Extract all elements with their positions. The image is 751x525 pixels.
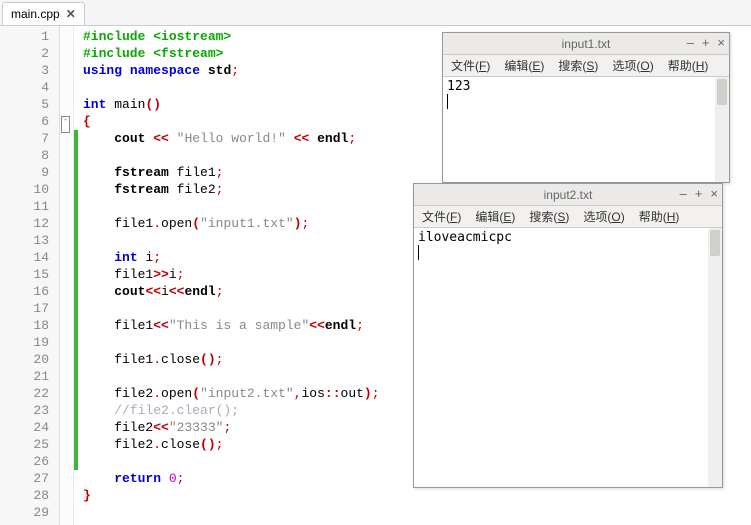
menubar: 文件(F) 编辑(E) 搜索(S) 选项(O) 帮助(H) [443, 55, 729, 77]
text-line: iloveacmicpc [418, 230, 704, 245]
line-number: 6 [0, 113, 59, 130]
line-number: 26 [0, 453, 59, 470]
line-number: 17 [0, 300, 59, 317]
line-number: 1 [0, 28, 59, 45]
menubar: 文件(F) 编辑(E) 搜索(S) 选项(O) 帮助(H) [414, 206, 722, 228]
line-number: 7 [0, 130, 59, 147]
titlebar[interactable]: input2.txt – + × [414, 184, 722, 206]
close-icon[interactable]: × [717, 36, 725, 50]
maximize-icon[interactable]: + [702, 36, 710, 50]
tab-bar: main.cpp ✕ [0, 0, 751, 26]
line-number: 8 [0, 147, 59, 164]
line-number: 14 [0, 249, 59, 266]
line-number: 3 [0, 62, 59, 79]
text-content[interactable]: 123 [443, 77, 729, 182]
line-number: 25 [0, 436, 59, 453]
line-number: 5 [0, 96, 59, 113]
line-number: 18 [0, 317, 59, 334]
line-number-gutter: 1234567891011121314151617181920212223242… [0, 26, 60, 525]
line-number: 21 [0, 368, 59, 385]
menu-item[interactable]: 搜索(S) [558, 57, 598, 74]
line-number: 2 [0, 45, 59, 62]
titlebar[interactable]: input1.txt – + × [443, 33, 729, 55]
line-number: 20 [0, 351, 59, 368]
menu-item[interactable]: 搜索(S) [529, 208, 569, 225]
line-number: 11 [0, 198, 59, 215]
maximize-icon[interactable]: + [695, 187, 703, 201]
window-buttons: – + × [687, 36, 725, 50]
line-number: 23 [0, 402, 59, 419]
text-caret [418, 245, 419, 260]
line-number: 24 [0, 419, 59, 436]
text-caret [447, 94, 448, 109]
line-number: 29 [0, 504, 59, 521]
line-number: 16 [0, 283, 59, 300]
line-number: 10 [0, 181, 59, 198]
menu-item[interactable]: 选项(O) [583, 208, 624, 225]
window-buttons: – + × [680, 187, 718, 201]
code-line[interactable]: } [83, 487, 751, 504]
line-number: 15 [0, 266, 59, 283]
line-number: 22 [0, 385, 59, 402]
text-line: 123 [447, 79, 711, 94]
file-tab-main[interactable]: main.cpp ✕ [2, 2, 85, 25]
scrollbar-thumb[interactable] [717, 79, 727, 105]
menu-item[interactable]: 帮助(H) [639, 208, 680, 225]
menu-item[interactable]: 编辑(E) [504, 57, 544, 74]
code-line[interactable] [83, 504, 751, 521]
menu-item[interactable]: 编辑(E) [475, 208, 515, 225]
text-editor-window-input1[interactable]: input1.txt – + × 文件(F) 编辑(E) 搜索(S) 选项(O) 帮助(… [442, 32, 730, 183]
close-icon[interactable]: × [710, 187, 718, 201]
line-number: 9 [0, 164, 59, 181]
tab-label: main.cpp [11, 7, 60, 21]
line-number: 4 [0, 79, 59, 96]
menu-item[interactable]: 选项(O) [612, 57, 653, 74]
minimize-icon[interactable]: – [687, 36, 694, 50]
text-editor-window-input2[interactable]: input2.txt – + × 文件(F) 编辑(E) 搜索(S) 选项(O) 帮助(… [413, 183, 723, 488]
line-number: 28 [0, 487, 59, 504]
menu-item[interactable]: 帮助(H) [668, 57, 709, 74]
line-number: 19 [0, 334, 59, 351]
line-number: 13 [0, 232, 59, 249]
window-title: input1.txt [562, 37, 611, 51]
window-title: input2.txt [544, 188, 593, 202]
text-content[interactable]: iloveacmicpc [414, 228, 722, 487]
scrollbar-thumb[interactable] [710, 230, 720, 256]
minimize-icon[interactable]: – [680, 187, 687, 201]
menu-item[interactable]: 文件(F) [422, 208, 461, 225]
menu-item[interactable]: 文件(F) [451, 57, 490, 74]
fold-column: - [60, 26, 74, 525]
close-icon[interactable]: ✕ [66, 7, 76, 21]
line-number: 12 [0, 215, 59, 232]
line-number: 27 [0, 470, 59, 487]
